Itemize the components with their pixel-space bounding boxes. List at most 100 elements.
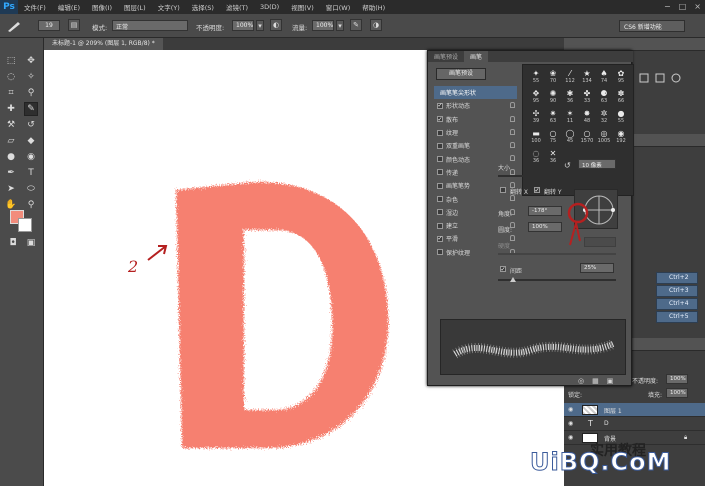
mode-select[interactable]: 正常: [112, 20, 188, 31]
history-brush-icon[interactable]: ↺: [24, 118, 38, 132]
brush-setting-checkbox[interactable]: [437, 129, 443, 136]
hardness-field[interactable]: [584, 237, 616, 247]
path-select-icon[interactable]: ➤: [4, 182, 18, 196]
hardness-slider-track[interactable]: [498, 253, 616, 255]
angle-field[interactable]: -178°: [528, 206, 562, 216]
brush-setting-checkbox[interactable]: [437, 249, 443, 256]
visibility-eye-icon[interactable]: ◉: [568, 420, 573, 427]
lock-icon[interactable]: [510, 235, 515, 242]
brush-tip[interactable]: ✦ 55: [527, 69, 545, 85]
dodge-tool-icon[interactable]: ◉: [24, 150, 38, 164]
healing-tool-icon[interactable]: ✚: [4, 102, 18, 116]
lock-icon[interactable]: [510, 102, 515, 109]
size-slider-track[interactable]: [498, 175, 616, 177]
pen-tool-icon[interactable]: ✒: [4, 166, 18, 180]
brush-setting-checkbox[interactable]: [437, 169, 443, 176]
brush-tip[interactable]: ✥ 95: [527, 89, 545, 105]
zoom-tool-icon[interactable]: ⚲: [24, 198, 38, 212]
brush-setting-checkbox[interactable]: ✓: [437, 102, 443, 109]
layer-row-2[interactable]: ◉ T D: [564, 417, 705, 431]
menu-file[interactable]: 文件(F): [18, 2, 52, 12]
channel-shortcut-1[interactable]: Ctrl+2: [656, 272, 698, 284]
brush-panel-toggle-icon[interactable]: ▤: [68, 19, 80, 31]
brush-setting-checkbox[interactable]: [437, 142, 443, 149]
layer-row-1[interactable]: ◉ 图层 1: [564, 403, 705, 417]
eyedropper-tool-icon[interactable]: ⚲: [24, 86, 38, 100]
channel-shortcut-2[interactable]: Ctrl+3: [656, 285, 698, 297]
lock-icon[interactable]: [510, 195, 515, 202]
brush-tool-icon[interactable]: [6, 20, 22, 34]
menu-window[interactable]: 窗口(W): [320, 2, 357, 12]
brush-tip[interactable]: ○ 75: [544, 129, 562, 145]
menu-help[interactable]: 帮助(H): [356, 2, 391, 12]
lock-icon[interactable]: [510, 142, 515, 149]
brush-tip[interactable]: ◎ 1005: [595, 129, 613, 145]
crop-tool-icon[interactable]: ⌗: [4, 86, 18, 100]
brush-tip[interactable]: ✿ 95: [612, 69, 630, 85]
spacing-checkbox[interactable]: ✓: [500, 266, 506, 272]
visibility-eye-icon[interactable]: ◉: [568, 406, 573, 413]
visibility-eye-icon[interactable]: ◉: [568, 434, 573, 441]
workspace-switcher[interactable]: CS6 新增功能: [619, 20, 685, 32]
menu-image[interactable]: 图像(I): [86, 2, 118, 12]
brush-tip[interactable]: ♠ 74: [595, 69, 613, 85]
tab-brush[interactable]: 画笔: [464, 51, 489, 62]
eraser-tool-icon[interactable]: ▱: [4, 134, 18, 148]
brush-tip[interactable]: ✱ 36: [561, 89, 579, 105]
grid-icon[interactable]: ▦: [592, 377, 599, 385]
channel-shortcut-3[interactable]: Ctrl+4: [656, 298, 698, 310]
close-button[interactable]: ×: [694, 2, 701, 11]
airbrush-icon[interactable]: ✎: [350, 19, 362, 31]
brush-tip[interactable]: ✤ 33: [578, 89, 596, 105]
brush-presets-button[interactable]: 画笔预设: [436, 68, 486, 80]
menu-view[interactable]: 视图(V): [285, 2, 320, 12]
brush-tip[interactable]: ✺ 90: [544, 89, 562, 105]
minimize-button[interactable]: −: [664, 2, 671, 11]
brush-setting-item[interactable]: 纹理: [434, 126, 517, 139]
brush-tip[interactable]: ⁄ 112: [561, 69, 579, 85]
document-tab[interactable]: 未标题-1 @ 209% (图层 1, RGB/8) *: [44, 38, 163, 50]
brush-setting-item[interactable]: ✓ 形状动态: [434, 99, 517, 112]
brush-setting-checkbox[interactable]: [437, 196, 443, 203]
brush-setting-checkbox[interactable]: ✓: [437, 116, 443, 123]
flow-dropdown-icon[interactable]: ▾: [336, 20, 344, 31]
brush-setting-item[interactable]: 杂色: [434, 192, 517, 205]
brush-setting-checkbox[interactable]: [437, 156, 443, 163]
lock-icon[interactable]: [510, 155, 515, 162]
brush-setting-checkbox[interactable]: [437, 182, 443, 189]
spacing-slider-thumb[interactable]: [510, 277, 516, 282]
channel-shortcut-4[interactable]: Ctrl+5: [656, 311, 698, 323]
lock-icon[interactable]: [510, 115, 515, 122]
brush-setting-checkbox[interactable]: [437, 222, 443, 229]
maximize-button[interactable]: □: [679, 2, 687, 11]
reset-size-icon[interactable]: ↺: [564, 161, 571, 170]
new-preset-icon[interactable]: ▣: [607, 377, 614, 385]
menu-type[interactable]: 文字(Y): [152, 2, 186, 12]
brush-tip[interactable]: ▬ 100: [527, 129, 545, 145]
brush-tip[interactable]: ✽ 66: [612, 89, 630, 105]
toggle-preview-icon[interactable]: ◎: [578, 377, 584, 385]
menu-3d[interactable]: 3D(D): [254, 3, 285, 11]
stamp-tool-icon[interactable]: ⚒: [4, 118, 18, 132]
quick-mask-icon[interactable]: ◘: [6, 236, 20, 250]
brush-tip[interactable]: ◉ 192: [612, 129, 630, 145]
brush-tool-icon[interactable]: ✎: [24, 102, 38, 116]
brush-tip[interactable]: ✸ 48: [578, 109, 596, 125]
brush-preset-picker[interactable]: 19: [38, 20, 60, 31]
ellipse-tool-icon[interactable]: ⬭: [24, 182, 38, 196]
menu-filter[interactable]: 滤镜(T): [220, 2, 254, 12]
brush-tip[interactable]: ★ 134: [578, 69, 596, 85]
brush-setting-item[interactable]: 画笔笔尖形状: [434, 86, 517, 100]
brush-tip[interactable]: ⚈ 63: [595, 89, 613, 105]
brush-tip[interactable]: ✷ 63: [544, 109, 562, 125]
lock-icon[interactable]: [510, 168, 515, 175]
menu-select[interactable]: 选择(S): [186, 2, 220, 12]
brush-tip[interactable]: ○ 1570: [578, 129, 596, 145]
flip-y-checkbox[interactable]: ✓: [534, 187, 540, 193]
brush-setting-item[interactable]: ✓ 散布: [434, 113, 517, 126]
tab-brush-presets[interactable]: 画笔预设: [428, 51, 464, 62]
blur-tool-icon[interactable]: ●: [4, 150, 18, 164]
menu-layer[interactable]: 图层(L): [118, 2, 152, 12]
brush-tip[interactable]: ◯ 45: [561, 129, 579, 145]
brush-tip[interactable]: ✕ 36: [544, 149, 562, 165]
